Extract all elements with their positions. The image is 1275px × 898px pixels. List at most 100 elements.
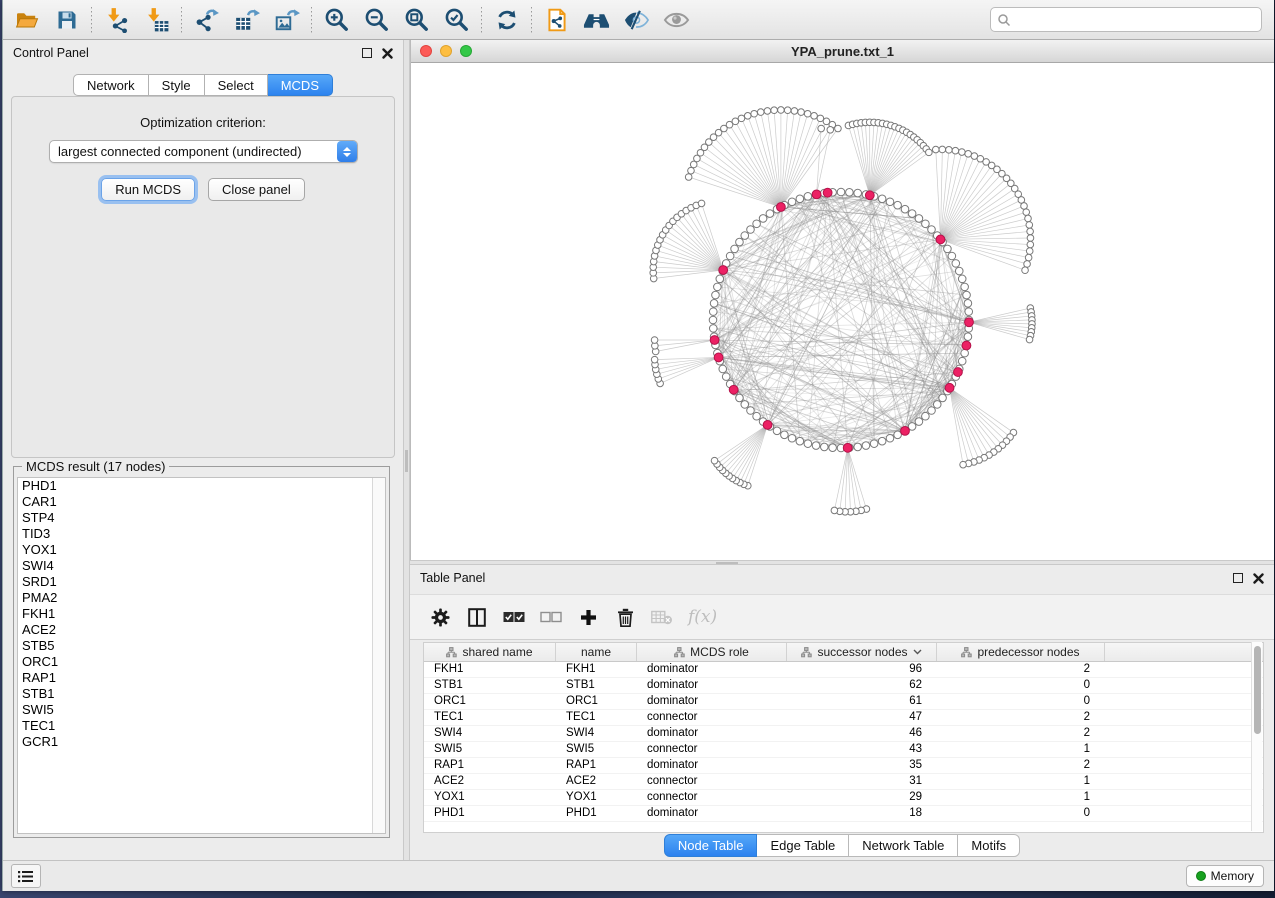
tab-network[interactable]: Network [73, 74, 149, 96]
close-panel-icon[interactable] [1253, 573, 1264, 584]
memory-button[interactable]: Memory [1186, 865, 1264, 887]
table-settings-button[interactable] [429, 605, 451, 629]
close-panel-button[interactable]: Close panel [208, 178, 305, 201]
table-cell[interactable]: ACE2 [556, 774, 637, 789]
table-cell[interactable]: YOX1 [556, 790, 637, 805]
delete-column-button[interactable] [614, 605, 636, 629]
tab-motifs[interactable]: Motifs [958, 834, 1020, 857]
export-image-button[interactable] [273, 6, 300, 33]
hide-selected-button[interactable] [623, 6, 650, 33]
mcds-result-item[interactable]: SRD1 [18, 574, 385, 590]
table-cell[interactable]: STB1 [556, 678, 637, 693]
first-neighbors-button[interactable] [583, 6, 610, 33]
table-cell[interactable]: PHD1 [424, 806, 556, 821]
scrollbar-thumb[interactable] [1254, 646, 1261, 734]
import-network-button[interactable] [103, 6, 130, 33]
column-header-successor-nodes[interactable]: successor nodes [787, 643, 937, 661]
table-cell[interactable]: TEC1 [556, 710, 637, 725]
table-row[interactable]: ACE2ACE2connector311 [424, 774, 1263, 790]
zoom-in-button[interactable] [323, 6, 350, 33]
table-row[interactable]: RAP1RAP1dominator352 [424, 758, 1263, 774]
table-cell[interactable]: dominator [637, 678, 787, 693]
network-graph[interactable] [411, 63, 1271, 560]
table-cell[interactable]: connector [637, 742, 787, 757]
task-history-button[interactable] [11, 864, 41, 888]
mcds-result-item[interactable]: CAR1 [18, 494, 385, 510]
table-cell[interactable]: 62 [787, 678, 937, 693]
table-cell[interactable]: FKH1 [556, 662, 637, 677]
table-cell[interactable]: RAP1 [556, 758, 637, 773]
mcds-result-item[interactable]: SWI5 [18, 702, 385, 718]
mcds-result-item[interactable]: RAP1 [18, 670, 385, 686]
table-cell[interactable]: dominator [637, 726, 787, 741]
table-cell[interactable]: 0 [937, 678, 1105, 693]
table-cell[interactable]: dominator [637, 806, 787, 821]
deselect-all-button[interactable] [540, 605, 562, 629]
search-field[interactable] [990, 7, 1262, 32]
export-table-button[interactable] [233, 6, 260, 33]
optimization-criterion-select[interactable]: largest connected component (undirected) [49, 140, 358, 163]
table-cell[interactable]: SWI5 [556, 742, 637, 757]
splitter-grip[interactable] [716, 562, 738, 564]
run-mcds-button[interactable]: Run MCDS [101, 178, 195, 201]
float-panel-icon[interactable] [1233, 573, 1243, 583]
table-cell[interactable]: connector [637, 774, 787, 789]
table-cell[interactable]: 2 [937, 758, 1105, 773]
export-network-button[interactable] [193, 6, 220, 33]
save-session-button[interactable] [53, 6, 80, 33]
table-row[interactable]: SWI5SWI5connector431 [424, 742, 1263, 758]
mcds-result-item[interactable]: STB5 [18, 638, 385, 654]
column-header-name[interactable]: name [556, 643, 637, 661]
add-column-button[interactable] [577, 605, 599, 629]
table-row[interactable]: YOX1YOX1connector291 [424, 790, 1263, 806]
splitter-grip[interactable] [405, 450, 408, 472]
table-cell[interactable]: 0 [937, 806, 1105, 821]
table-cell[interactable]: STB1 [424, 678, 556, 693]
show-columns-button[interactable] [466, 605, 488, 629]
table-cell[interactable]: YOX1 [424, 790, 556, 805]
mcds-result-item[interactable]: SWI4 [18, 558, 385, 574]
tab-edge-table[interactable]: Edge Table [757, 834, 849, 857]
mcds-result-item[interactable]: TID3 [18, 526, 385, 542]
table-cell[interactable]: 18 [787, 806, 937, 821]
column-header-mcds-role[interactable]: MCDS role [637, 643, 787, 661]
network-window-titlebar[interactable]: YPA_prune.txt_1 [411, 40, 1274, 63]
search-input[interactable] [1011, 13, 1255, 27]
table-cell[interactable]: 29 [787, 790, 937, 805]
mcds-result-item[interactable]: TEC1 [18, 718, 385, 734]
table-cell[interactable]: dominator [637, 758, 787, 773]
table-cell[interactable]: PHD1 [556, 806, 637, 821]
table-cell[interactable]: RAP1 [424, 758, 556, 773]
table-row[interactable]: PHD1PHD1dominator180 [424, 806, 1263, 822]
table-cell[interactable]: dominator [637, 694, 787, 709]
table-cell[interactable]: 1 [937, 742, 1105, 757]
table-row[interactable]: SWI4SWI4dominator462 [424, 726, 1263, 742]
table-cell[interactable]: 2 [937, 726, 1105, 741]
table-cell[interactable]: 0 [937, 694, 1105, 709]
table-cell[interactable]: 35 [787, 758, 937, 773]
table-cell[interactable]: 96 [787, 662, 937, 677]
table-cell[interactable]: SWI4 [556, 726, 637, 741]
mcds-result-item[interactable]: STP4 [18, 510, 385, 526]
table-cell[interactable]: 61 [787, 694, 937, 709]
mcds-result-item[interactable]: YOX1 [18, 542, 385, 558]
zoom-out-button[interactable] [363, 6, 390, 33]
column-header-predecessor-nodes[interactable]: predecessor nodes [937, 643, 1105, 661]
import-table-button[interactable] [143, 6, 170, 33]
zoom-fit-button[interactable] [403, 6, 430, 33]
mcds-result-item[interactable]: FKH1 [18, 606, 385, 622]
table-cell[interactable]: ORC1 [556, 694, 637, 709]
new-network-from-selection-button[interactable] [543, 6, 570, 33]
mcds-list-scrollbar[interactable] [372, 478, 385, 833]
table-cell[interactable]: 46 [787, 726, 937, 741]
table-cell[interactable]: ACE2 [424, 774, 556, 789]
column-header-shared-name[interactable]: shared name [424, 643, 556, 661]
mcds-result-item[interactable]: PHD1 [18, 478, 385, 494]
table-cell[interactable]: 31 [787, 774, 937, 789]
table-row[interactable]: FKH1FKH1dominator962 [424, 662, 1263, 678]
float-panel-icon[interactable] [362, 48, 372, 58]
table-cell[interactable]: 43 [787, 742, 937, 757]
mcds-result-item[interactable]: ACE2 [18, 622, 385, 638]
tab-node-table[interactable]: Node Table [664, 834, 758, 857]
table-cell[interactable]: connector [637, 710, 787, 725]
